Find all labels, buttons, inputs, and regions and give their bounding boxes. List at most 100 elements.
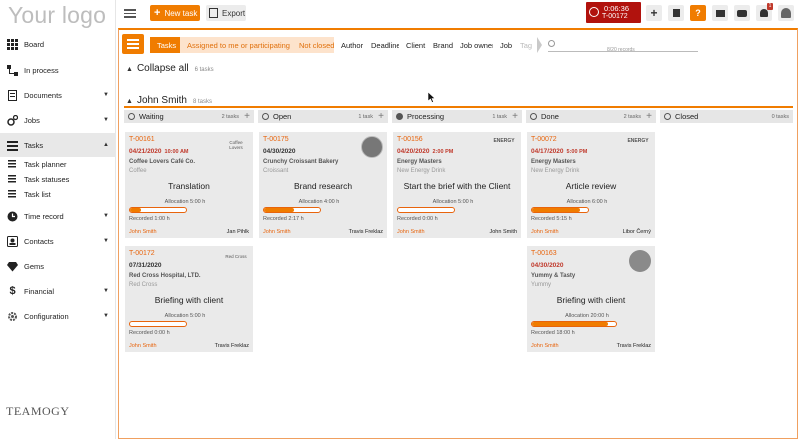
add-task-icon[interactable]: + xyxy=(646,111,652,122)
sidebar-item-task-statuses[interactable]: Task statuses xyxy=(0,172,116,186)
task-allocation: Allocation 5:00 h xyxy=(164,313,206,319)
collapse-all-count: 6 tasks xyxy=(194,67,214,73)
column-label: Open xyxy=(273,112,292,121)
task-owner: John Smith xyxy=(263,229,291,235)
sidebar: Your logo Board In process Documents ▼ J… xyxy=(0,0,116,439)
column-open: Open 1 task + xyxy=(258,110,388,123)
caret-up-icon: ▲ xyxy=(126,98,133,105)
task-assignee: Travis Freklaz xyxy=(348,229,383,235)
list-icon xyxy=(8,190,16,198)
task-client: Red Cross Hospital, LTD. xyxy=(129,273,201,279)
task-card[interactable]: T-00163 04/30/2020 Yummy & Tasty Yummy B… xyxy=(527,246,655,352)
task-card[interactable]: T-00161 04/21/2020 10:00 AM Coffee Lovers… xyxy=(125,132,253,238)
filter-crumb-author[interactable]: Author xyxy=(334,37,374,53)
task-id: T-00161 xyxy=(129,136,155,143)
add-task-icon[interactable]: + xyxy=(512,111,518,122)
task-progress-bar xyxy=(397,207,455,213)
client-logo: ENERGY xyxy=(627,138,649,144)
sidebar-item-in-process[interactable]: In process xyxy=(0,58,116,82)
tasks-icon xyxy=(7,140,18,151)
sidebar-item-contacts[interactable]: Contacts ▼ xyxy=(0,229,116,253)
task-brand: Yummy xyxy=(531,282,552,288)
task-allocation: Allocation 20:00 h xyxy=(565,313,609,319)
sidebar-item-documents[interactable]: Documents ▼ xyxy=(0,83,116,107)
print-button[interactable] xyxy=(712,5,728,21)
task-client: Energy Masters xyxy=(397,159,442,165)
sidebar-item-jobs[interactable]: Jobs ▼ xyxy=(0,108,116,132)
bell-icon xyxy=(760,9,768,17)
chat-icon xyxy=(737,9,747,17)
app-logo[interactable]: Your logo xyxy=(8,2,106,29)
sidebar-item-time-record[interactable]: Time record ▼ xyxy=(0,204,116,228)
task-deadline: 07/31/2020 xyxy=(129,262,162,269)
menu-toggle-icon[interactable] xyxy=(124,7,136,19)
sidebar-item-tasks[interactable]: Tasks ▲ xyxy=(0,133,116,157)
task-owner: John Smith xyxy=(531,229,559,235)
column-processing: Processing 1 task + xyxy=(392,110,522,123)
group-header[interactable]: ▲ John Smith 8 tasks xyxy=(126,95,212,106)
caret-down-icon: ▼ xyxy=(103,288,109,294)
add-button[interactable]: + xyxy=(646,5,662,21)
task-allocation: Allocation 6:00 h xyxy=(566,199,608,205)
task-progress-bar xyxy=(129,321,187,327)
task-deadline: 04/17/2020 5:00 PM xyxy=(531,148,588,155)
chat-button[interactable] xyxy=(734,5,750,21)
sidebar-item-label: Contacts xyxy=(24,236,54,246)
filter-crumb-assigned[interactable]: Assigned to me or participating in xyxy=(180,37,308,53)
group-name: John Smith xyxy=(136,95,187,106)
task-title: Start the brief with the Client xyxy=(403,181,511,191)
client-logo: Coffee Lovers xyxy=(229,140,243,150)
help-icon: ? xyxy=(695,8,701,18)
add-task-icon[interactable]: + xyxy=(244,111,250,122)
task-progress-bar xyxy=(531,321,617,327)
list-icon xyxy=(8,160,16,168)
task-deadline: 04/30/2020 xyxy=(263,148,296,155)
sidebar-item-financial[interactable]: $ Financial ▼ xyxy=(0,279,116,303)
document-icon xyxy=(7,89,18,101)
caret-up-icon: ▲ xyxy=(126,66,133,73)
task-card[interactable]: T-00175 04/30/2020 Crunchy Croissant Bak… xyxy=(259,132,387,238)
task-title: Article review xyxy=(565,181,617,191)
task-id: T-00163 xyxy=(531,250,557,257)
collapse-all-toggle[interactable]: ▲ Collapse all 6 tasks xyxy=(126,63,214,74)
sidebar-item-label: Task planner xyxy=(24,159,67,169)
filter-crumb-tasks[interactable]: Tasks xyxy=(150,37,187,53)
filter-crumb-not-closed[interactable]: Not closed xyxy=(292,37,345,53)
filter-crumb-tag[interactable]: Tag xyxy=(513,37,543,53)
export-icon xyxy=(209,8,218,18)
filter-toggle-icon[interactable] xyxy=(122,34,144,54)
notes-button[interactable] xyxy=(668,5,684,21)
sidebar-item-task-planner[interactable]: Task planner xyxy=(0,157,116,171)
column-label: Done xyxy=(541,112,559,121)
sidebar-item-board[interactable]: Board xyxy=(0,32,116,56)
task-recorded: Recorded 2:17 h xyxy=(263,216,304,222)
help-button[interactable]: ? xyxy=(690,5,706,21)
task-client: Coffee Lovers Café Co. xyxy=(129,159,196,165)
task-owner: John Smith xyxy=(129,229,157,235)
task-card[interactable]: T-00172 07/31/2020 Red Cross Hospital, L… xyxy=(125,246,253,352)
sidebar-item-gems[interactable]: Gems xyxy=(0,254,116,278)
mouse-cursor-icon xyxy=(428,92,436,103)
task-owner: John Smith xyxy=(531,343,559,349)
user-avatar-button[interactable] xyxy=(778,5,794,21)
export-button[interactable]: Export xyxy=(206,5,246,21)
task-recorded: Recorded 0:00 h xyxy=(397,216,438,222)
column-waiting: Waiting 2 tasks + xyxy=(124,110,254,123)
task-card[interactable]: T-00156 04/20/2020 2:00 PM Energy Masters… xyxy=(393,132,521,238)
column-count: 2 tasks xyxy=(221,113,239,120)
task-title: Brand research xyxy=(293,181,353,191)
filter-bar: Tasks Assigned to me or participating in… xyxy=(120,32,798,56)
task-brand: Red Cross xyxy=(129,282,158,288)
running-timer[interactable]: 0:06:36 T-00172 xyxy=(586,2,641,23)
task-card[interactable]: T-00072 04/17/2020 5:00 PM Energy Masters… xyxy=(527,132,655,238)
status-waiting-icon xyxy=(128,113,135,120)
add-task-icon[interactable]: + xyxy=(378,111,384,122)
task-recorded: Recorded 0:00 h xyxy=(129,330,170,336)
sidebar-item-configuration[interactable]: Configuration ▼ xyxy=(0,304,116,328)
sidebar-item-task-list[interactable]: Task list xyxy=(0,187,116,201)
task-progress-bar xyxy=(129,207,187,213)
flow-icon xyxy=(7,64,18,76)
sidebar-item-label: Time record xyxy=(24,211,64,221)
new-task-button[interactable]: + New task xyxy=(150,5,200,21)
task-assignee: Libor Černý xyxy=(622,229,651,235)
